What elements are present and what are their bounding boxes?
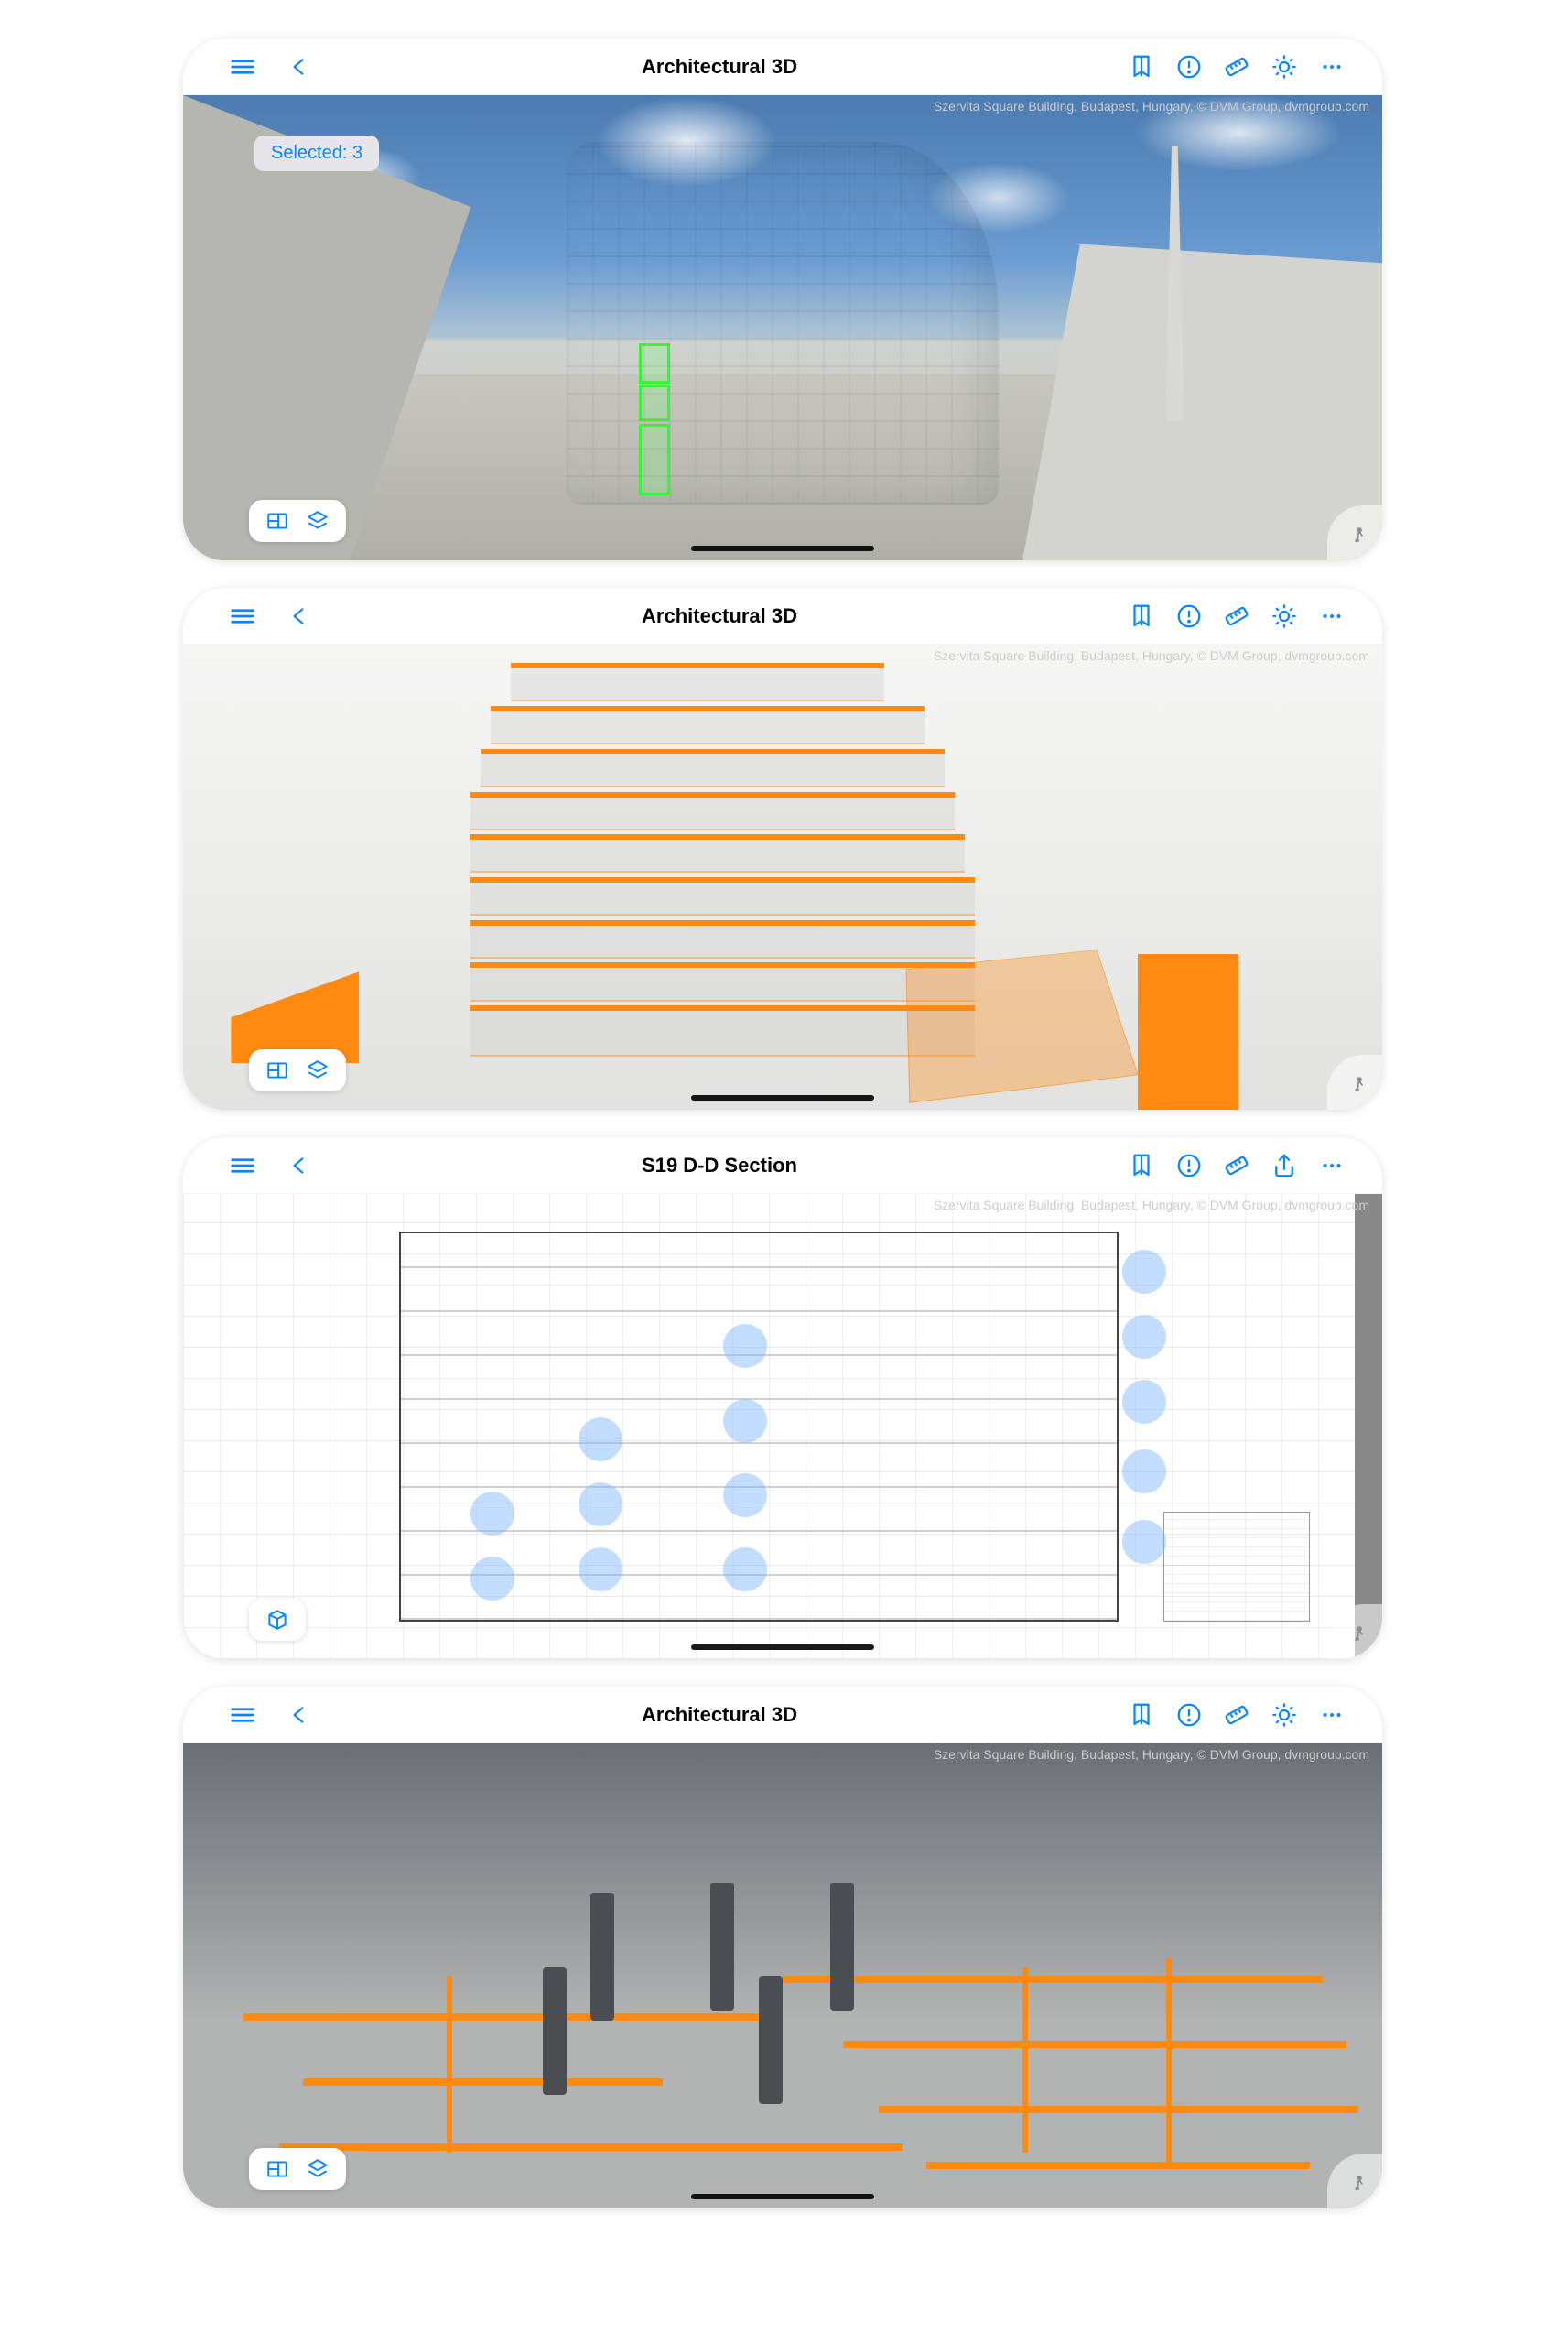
cube-icon[interactable] — [264, 1608, 291, 1632]
back-icon[interactable] — [287, 1703, 311, 1727]
view-title: Architectural 3D — [311, 55, 1128, 79]
selected-element[interactable] — [639, 343, 670, 384]
layers-icon[interactable] — [304, 1058, 331, 1082]
back-icon[interactable] — [287, 1154, 311, 1177]
share-icon[interactable] — [1271, 1152, 1298, 1179]
floorplan-icon[interactable] — [264, 1058, 291, 1082]
settings-icon[interactable] — [1271, 53, 1298, 81]
viewport-section-drawing[interactable] — [183, 1194, 1382, 1659]
view-mode-controls — [249, 2148, 346, 2190]
view-title: Architectural 3D — [311, 1703, 1128, 1727]
home-indicator — [691, 1644, 874, 1650]
settings-icon[interactable] — [1271, 602, 1298, 630]
home-indicator — [691, 1095, 874, 1101]
home-indicator — [691, 2194, 874, 2199]
toolbar: Architectural 3D — [183, 38, 1382, 95]
bookmark-icon[interactable] — [1128, 53, 1155, 81]
more-icon[interactable] — [1318, 1152, 1346, 1179]
toolbar: Architectural 3D — [183, 588, 1382, 645]
bookmark-icon[interactable] — [1128, 1701, 1155, 1729]
app-screenshot-2: Architectural 3D Szervita Square Buildin… — [183, 588, 1382, 1110]
measure-icon[interactable] — [1223, 602, 1250, 630]
toolbar: S19 D-D Section — [183, 1137, 1382, 1194]
view-title: Architectural 3D — [311, 604, 1128, 628]
floorplan-icon[interactable] — [264, 2157, 291, 2181]
menu-icon[interactable] — [229, 602, 256, 630]
settings-icon[interactable] — [1271, 1701, 1298, 1729]
selection-badge[interactable]: Selected: 3 — [254, 136, 379, 171]
selected-element[interactable] — [639, 385, 670, 421]
back-icon[interactable] — [287, 55, 311, 79]
more-icon[interactable] — [1318, 53, 1346, 81]
more-icon[interactable] — [1318, 1701, 1346, 1729]
issue-icon[interactable] — [1175, 53, 1203, 81]
app-screenshot-1: Architectural 3D Szervita Square Buildin… — [183, 38, 1382, 560]
view-title: S19 D-D Section — [311, 1154, 1128, 1177]
bookmark-icon[interactable] — [1128, 602, 1155, 630]
back-icon[interactable] — [287, 604, 311, 628]
floorplan-icon[interactable] — [264, 509, 291, 533]
more-icon[interactable] — [1318, 602, 1346, 630]
bookmark-icon[interactable] — [1128, 1152, 1155, 1179]
viewport-3d-section[interactable] — [183, 645, 1382, 1110]
issue-icon[interactable] — [1175, 1701, 1203, 1729]
measure-icon[interactable] — [1223, 1701, 1250, 1729]
menu-icon[interactable] — [229, 1152, 256, 1179]
layers-icon[interactable] — [304, 2157, 331, 2181]
layers-icon[interactable] — [304, 509, 331, 533]
toolbar: Architectural 3D — [183, 1687, 1382, 1743]
app-screenshot-4: Architectural 3D Szervita Square Buildin… — [183, 1687, 1382, 2208]
home-indicator — [691, 546, 874, 551]
issue-icon[interactable] — [1175, 602, 1203, 630]
selected-element[interactable] — [639, 424, 670, 495]
app-screenshot-3: S19 D-D Section Szervita Square Building… — [183, 1137, 1382, 1659]
viewport-3d-interior[interactable] — [183, 1743, 1382, 2208]
view-mode-controls — [249, 1049, 346, 1091]
view-mode-controls — [249, 500, 346, 542]
view-mode-controls — [249, 1599, 306, 1641]
issue-icon[interactable] — [1175, 1152, 1203, 1179]
menu-icon[interactable] — [229, 1701, 256, 1729]
measure-icon[interactable] — [1223, 53, 1250, 81]
measure-icon[interactable] — [1223, 1152, 1250, 1179]
menu-icon[interactable] — [229, 53, 256, 81]
